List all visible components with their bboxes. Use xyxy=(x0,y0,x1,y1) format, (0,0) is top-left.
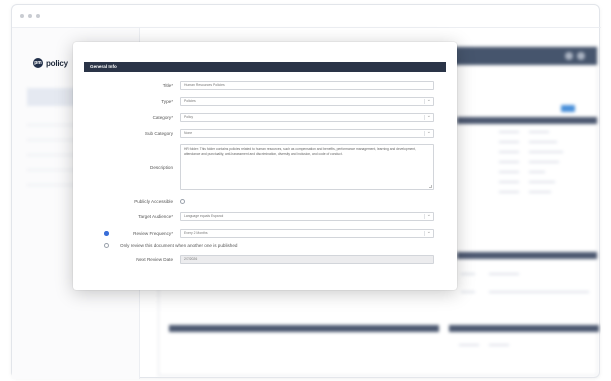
sub-category-select[interactable]: None xyxy=(180,129,434,138)
background-section-header xyxy=(457,117,597,124)
background-row xyxy=(489,273,519,275)
publicly-accessible-label: Publicly Accessible xyxy=(134,199,173,204)
background-row xyxy=(489,344,509,346)
window-dot-icon xyxy=(28,14,32,18)
background-row xyxy=(529,141,557,143)
logo-icon: pm xyxy=(33,58,43,68)
description-label: Description xyxy=(150,165,173,170)
description-textarea[interactable]: HR folder: This folder contains policies… xyxy=(180,144,434,190)
next-review-date-input: 2/7/2026 xyxy=(180,255,434,264)
window-dot-icon xyxy=(20,14,24,18)
background-row xyxy=(499,131,519,133)
target-audience-label: Target Audience* xyxy=(138,214,173,219)
background-row xyxy=(529,181,555,183)
background-toolbar-icon xyxy=(565,52,573,60)
dialog-title: General Info xyxy=(84,62,446,72)
category-select[interactable]: Policy xyxy=(180,113,434,122)
background-button xyxy=(561,105,575,112)
description-text: HR folder: This folder contains policies… xyxy=(184,147,416,156)
background-row xyxy=(499,181,519,183)
background-row xyxy=(461,273,475,275)
background-row xyxy=(499,171,519,173)
background-section-header xyxy=(457,252,597,259)
target-audience-select[interactable]: Language equals Espanol xyxy=(180,212,434,221)
window-dot-icon xyxy=(36,14,40,18)
background-row xyxy=(499,141,519,143)
title-label: Title* xyxy=(162,83,173,88)
background-toolbar-icon xyxy=(577,52,585,60)
background-row xyxy=(499,161,519,163)
review-frequency-label: Review Frequency* xyxy=(133,231,173,236)
background-row xyxy=(529,171,545,173)
review-on-publish-label: Only review this document when another o… xyxy=(120,243,238,248)
brand-name: policy xyxy=(46,58,68,68)
resize-handle-icon[interactable] xyxy=(429,185,432,188)
background-row xyxy=(529,161,559,163)
type-select[interactable]: Policies xyxy=(180,97,434,106)
background-row xyxy=(529,151,563,153)
title-input[interactable]: Human Resources Policies xyxy=(180,81,434,90)
background-row xyxy=(459,344,479,346)
next-review-date-label: Next Review Date xyxy=(136,257,173,262)
general-info-dialog: General Info Title* Human Resources Poli… xyxy=(73,42,457,290)
background-section-header xyxy=(449,325,599,332)
window-controls xyxy=(20,14,40,18)
background-row xyxy=(499,151,519,153)
publicly-accessible-checkbox[interactable] xyxy=(180,199,185,204)
review-frequency-select[interactable]: Every 2 Months xyxy=(180,229,434,238)
type-label: Type* xyxy=(161,99,173,104)
background-row xyxy=(499,191,519,193)
brand-logo[interactable]: pm policy xyxy=(33,58,68,68)
category-label: Category* xyxy=(152,115,173,120)
background-row xyxy=(529,131,549,133)
sub-category-label: Sub Category xyxy=(144,131,173,136)
background-section-header xyxy=(169,325,439,332)
background-row xyxy=(489,291,589,293)
review-on-publish-radio[interactable] xyxy=(104,243,109,248)
background-row xyxy=(529,191,551,193)
background-row xyxy=(461,291,475,293)
